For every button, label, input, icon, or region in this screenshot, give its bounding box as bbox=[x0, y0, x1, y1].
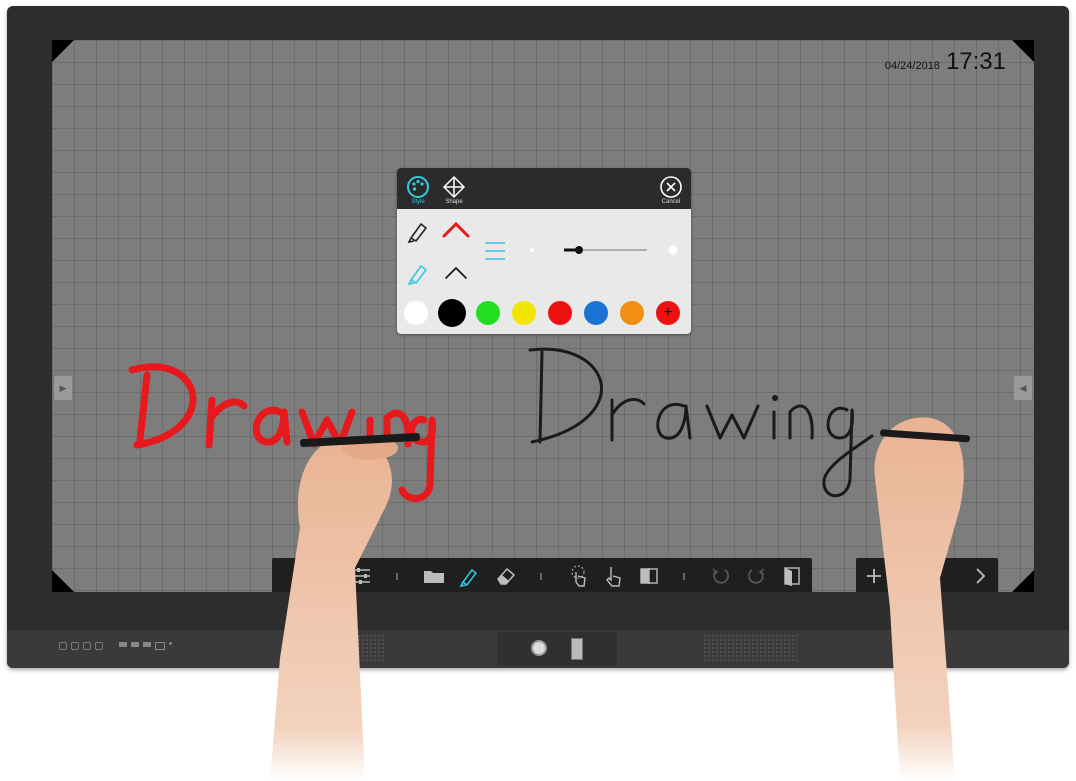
color-swatch-yellow[interactable] bbox=[512, 301, 536, 325]
undo-icon[interactable] bbox=[709, 564, 733, 588]
color-swatch-white[interactable] bbox=[404, 301, 428, 325]
toolbar-divider bbox=[683, 573, 685, 580]
palette-icon bbox=[407, 176, 429, 198]
pointer-icon[interactable] bbox=[602, 564, 626, 588]
black-stroke-icon[interactable] bbox=[443, 264, 469, 282]
speaker-grille-right bbox=[703, 634, 797, 662]
pen-icon[interactable] bbox=[457, 564, 481, 588]
color-swatch-red[interactable] bbox=[548, 301, 572, 325]
color-swatch-black-selected[interactable] bbox=[440, 301, 464, 325]
color-swatch-orange[interactable] bbox=[620, 301, 644, 325]
tab-style-label: Style bbox=[411, 199, 425, 205]
tab-shape[interactable]: Shape bbox=[434, 172, 474, 208]
highlighter-pen-icon[interactable] bbox=[405, 260, 431, 286]
pen-style-dialog: Style Shape Cancel + bbox=[397, 168, 691, 334]
red-stroke-icon[interactable] bbox=[441, 220, 471, 240]
plus-icon: + bbox=[663, 304, 673, 321]
redo-icon[interactable] bbox=[744, 564, 768, 588]
dialog-header: Style Shape Cancel bbox=[397, 168, 691, 209]
shape-icon bbox=[442, 175, 466, 199]
thickness-slider-graphic bbox=[530, 245, 678, 255]
toolbar-divider bbox=[540, 573, 542, 580]
split-screen-icon[interactable] bbox=[637, 564, 661, 588]
color-swatch-green[interactable] bbox=[476, 301, 500, 325]
marker-pen-icon[interactable] bbox=[405, 218, 431, 244]
line-weight-icon[interactable] bbox=[483, 240, 507, 262]
center-control-panel bbox=[497, 632, 617, 666]
cancel-button[interactable]: Cancel bbox=[651, 172, 691, 208]
exit-icon[interactable] bbox=[780, 564, 804, 588]
custom-color-button[interactable]: + bbox=[656, 301, 680, 325]
thickness-slider[interactable] bbox=[527, 243, 678, 257]
close-icon bbox=[660, 176, 682, 198]
fingerprint-sensor-icon[interactable] bbox=[571, 638, 583, 660]
tab-style[interactable]: Style bbox=[398, 172, 438, 208]
right-hand-image bbox=[874, 417, 970, 781]
front-ports bbox=[59, 642, 172, 650]
power-button-icon[interactable] bbox=[531, 640, 547, 656]
black-drawing-strokes bbox=[528, 347, 874, 498]
eraser-icon[interactable] bbox=[494, 564, 518, 588]
tab-shape-label: Shape bbox=[445, 199, 463, 205]
cancel-label: Cancel bbox=[661, 199, 681, 205]
color-swatch-blue[interactable] bbox=[584, 301, 608, 325]
touch-select-icon[interactable] bbox=[566, 564, 590, 588]
left-hand-image bbox=[270, 433, 420, 781]
